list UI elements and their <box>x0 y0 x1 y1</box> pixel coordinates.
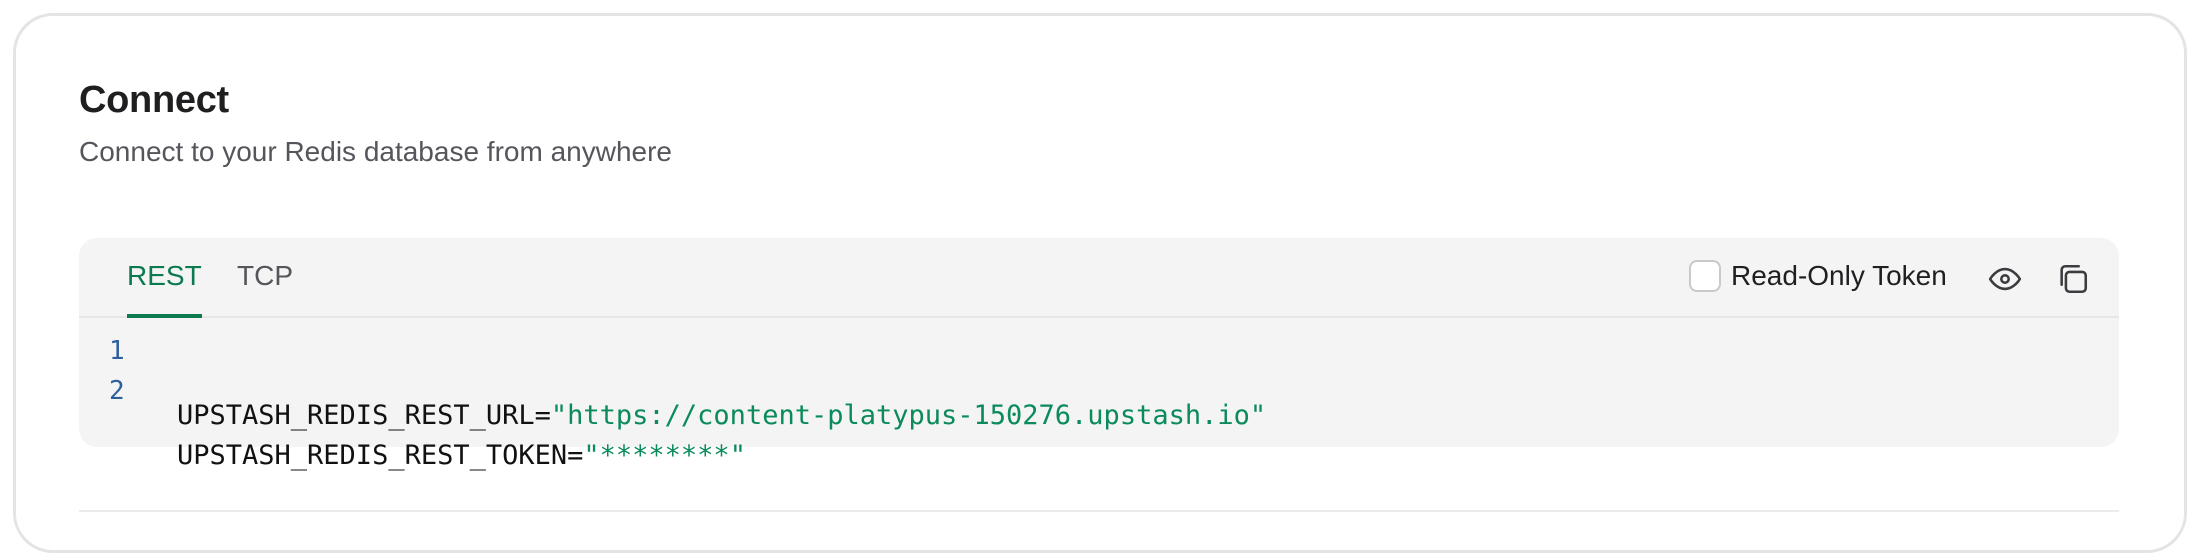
env-value: "https://content-platypus-150276.upstash… <box>550 400 1267 431</box>
page-title: Connect <box>79 79 229 121</box>
tab-bar: REST TCP Read-Only Token <box>79 238 2119 318</box>
line-number: 2 <box>109 376 125 406</box>
code-panel: REST TCP Read-Only Token 1 UPSTASH_REDIS… <box>79 238 2119 471</box>
tab-tcp[interactable]: TCP <box>237 260 293 314</box>
read-only-token-toggle[interactable]: Read-Only Token <box>1689 260 1947 292</box>
code-line: 2 UPSTASH_REDIS_REST_TOKEN="********" <box>79 376 746 471</box>
eye-icon[interactable] <box>1988 262 2022 296</box>
section-divider <box>79 510 2119 512</box>
code-line: 1 UPSTASH_REDIS_REST_URL="https://conten… <box>79 336 1266 431</box>
line-number: 1 <box>109 336 125 366</box>
code-text: UPSTASH_REDIS_REST_TOKEN="********" <box>177 440 746 471</box>
read-only-label: Read-Only Token <box>1731 260 1947 291</box>
env-value: "********" <box>583 440 746 471</box>
env-key: UPSTASH_REDIS_REST_URL= <box>177 400 551 431</box>
copy-icon[interactable] <box>2056 262 2090 296</box>
page-subtitle: Connect to your Redis database from anyw… <box>79 136 672 167</box>
code-text: UPSTASH_REDIS_REST_URL="https://content-… <box>177 400 1266 431</box>
env-key: UPSTASH_REDIS_REST_TOKEN= <box>177 440 584 471</box>
read-only-checkbox[interactable] <box>1689 260 1721 292</box>
tab-rest[interactable]: REST <box>127 260 202 318</box>
